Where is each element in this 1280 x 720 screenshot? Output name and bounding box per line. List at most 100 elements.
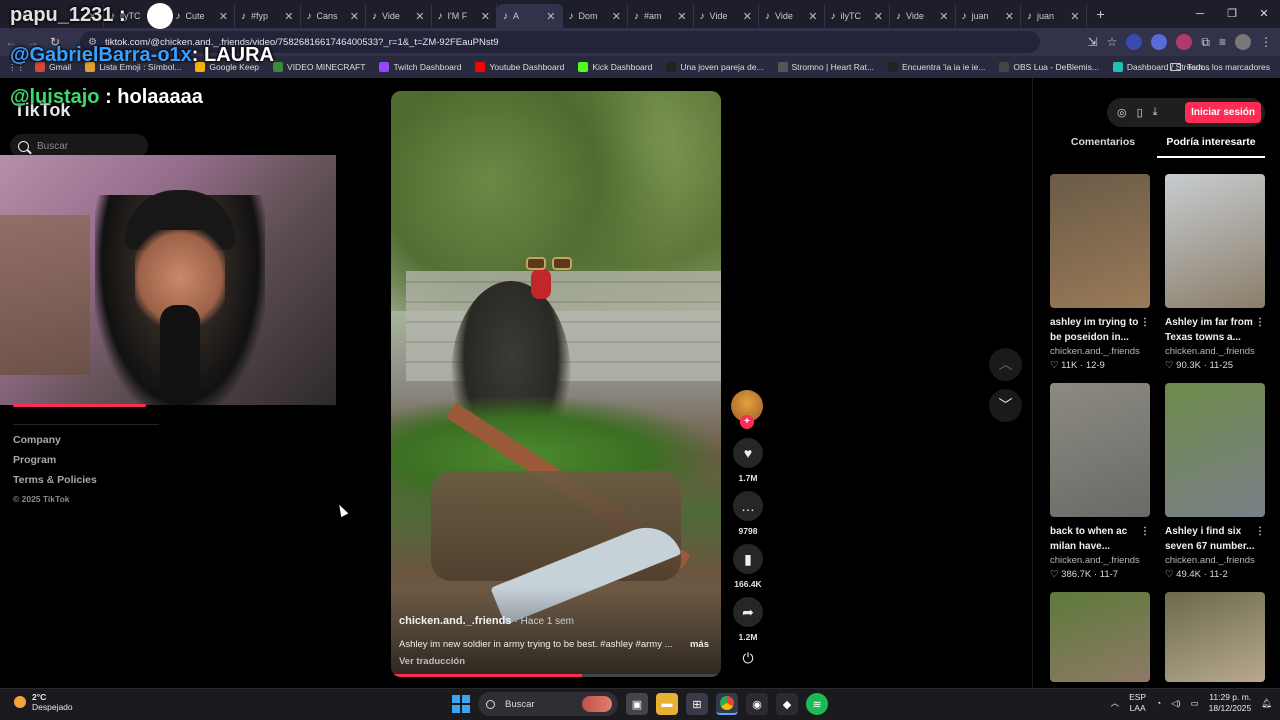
extensions-puzzle-icon[interactable]: ⧉: [1201, 35, 1210, 50]
close-tab-icon[interactable]: ✕: [415, 10, 424, 23]
previous-video-up-icon[interactable]: ︿: [989, 348, 1022, 381]
card-author[interactable]: chicken.and._.friends: [1050, 555, 1150, 566]
card-title[interactable]: Ashley im far from Texas towns a... ⋮: [1165, 315, 1265, 345]
file-explorer-icon[interactable]: ▬: [656, 693, 678, 715]
all-bookmarks-button[interactable]: Todos los marcadores: [1169, 56, 1270, 78]
power-icon[interactable]: ⏻: [731, 650, 765, 667]
bookmark-item[interactable]: Una joven pareja de...: [666, 62, 764, 72]
suggested-video-card[interactable]: Ashley i find six seven 67 number... ⋮ chi…: [1165, 383, 1265, 580]
language-indicator[interactable]: ESP LAA: [1129, 692, 1146, 714]
browser-tab[interactable]: ♪ juan ✕: [956, 4, 1021, 28]
store-icon[interactable]: ⊞: [686, 693, 708, 715]
suggested-video-card[interactable]: [1050, 592, 1150, 682]
bookmark-item[interactable]: Youtube Dashboard: [475, 62, 564, 72]
video-author-name[interactable]: chicken.and._.friends: [399, 615, 511, 627]
browser-tab[interactable]: ♪ Cute ✕: [170, 4, 235, 28]
card-title[interactable]: Ashley i find six seven 67 number... ⋮: [1165, 524, 1265, 554]
browser-tab[interactable]: ♪ #am ✕: [628, 4, 694, 28]
app-icon[interactable]: ◆: [776, 693, 798, 715]
extension-icon[interactable]: [1176, 34, 1193, 50]
close-tab-icon[interactable]: ✕: [350, 10, 359, 23]
close-tab-icon[interactable]: ✕: [1070, 10, 1079, 23]
terms-link[interactable]: Terms & Policies: [13, 474, 97, 486]
close-window-icon[interactable]: ✕: [1248, 0, 1280, 28]
video-thumbnail[interactable]: [1165, 383, 1265, 517]
close-tab-icon[interactable]: ✕: [743, 10, 752, 23]
card-author[interactable]: chicken.and._.friends: [1165, 555, 1265, 566]
card-title[interactable]: ashley im trying to be poseidon in... ⋮: [1050, 315, 1150, 345]
battery-icon[interactable]: ▭: [1191, 698, 1199, 709]
bookmark-star-icon[interactable]: ☆: [1107, 35, 1118, 49]
browser-tab[interactable]: ♪ A ✕: [497, 4, 563, 28]
volume-icon[interactable]: ◁): [1171, 698, 1180, 709]
bookmark-item[interactable]: Encuentra 'ia ia ie ie...: [888, 62, 985, 72]
compass-icon[interactable]: ◎: [1117, 106, 1127, 119]
tab-comments[interactable]: Comentarios: [1049, 136, 1157, 158]
bookmark-item[interactable]: Twitch Dashboard: [379, 62, 461, 72]
login-button[interactable]: Iniciar sesión: [1185, 102, 1261, 123]
extension-icon[interactable]: [1151, 34, 1168, 50]
taskbar-search[interactable]: Buscar: [478, 692, 618, 716]
clock[interactable]: 11:29 p. m. 18/12/2025: [1209, 692, 1252, 714]
close-tab-icon[interactable]: ✕: [808, 10, 817, 23]
windows-start-icon[interactable]: [452, 695, 470, 713]
card-title[interactable]: back to when ac milan have... ⋮: [1050, 524, 1150, 554]
extension-icon[interactable]: [1126, 34, 1143, 50]
card-menu-icon[interactable]: ⋮: [1255, 315, 1265, 330]
creator-avatar[interactable]: +: [731, 390, 763, 429]
video-thumbnail[interactable]: [1050, 592, 1150, 682]
card-menu-icon[interactable]: ⋮: [1255, 524, 1265, 539]
maximize-icon[interactable]: ❐: [1216, 0, 1248, 28]
install-app-icon[interactable]: ⇲: [1088, 35, 1098, 49]
close-tab-icon[interactable]: ✕: [546, 10, 555, 23]
notification-bell-icon[interactable]: 🔔︎: [1261, 698, 1272, 709]
program-link[interactable]: Program: [13, 454, 97, 466]
suggested-video-card[interactable]: Ashley im far from Texas towns a... ⋮ chic…: [1165, 174, 1265, 371]
browser-tab[interactable]: ♪ juan ✕: [1021, 4, 1087, 28]
card-author[interactable]: chicken.and._.friends: [1165, 346, 1265, 357]
save-action[interactable]: ▮ 166.4K: [731, 544, 765, 589]
bookmark-item[interactable]: OBS Lua - DeBlemis...: [999, 62, 1099, 72]
bookmark-item[interactable]: Stromno | Heart Rat...: [777, 62, 874, 72]
card-author[interactable]: chicken.and._.friends: [1050, 346, 1150, 357]
close-tab-icon[interactable]: ✕: [939, 10, 948, 23]
card-menu-icon[interactable]: ⋮: [1140, 315, 1150, 330]
browser-tab[interactable]: ♪ Vide ✕: [366, 4, 432, 28]
close-tab-icon[interactable]: ✕: [1005, 10, 1014, 23]
suggested-video-card[interactable]: back to when ac milan have... ⋮ chicken.an…: [1050, 383, 1150, 580]
video-thumbnail[interactable]: [1165, 174, 1265, 308]
tray-chevron-icon[interactable]: ︿: [1111, 697, 1120, 709]
menu-dots-icon[interactable]: ⋮: [1260, 35, 1272, 49]
video-author[interactable]: chicken.and._.friends · Hace 1 sem: [399, 615, 574, 627]
share-icon[interactable]: ➦: [733, 597, 763, 627]
browser-tab[interactable]: ♪ ilyTC ✕: [825, 4, 890, 28]
next-video-down-icon[interactable]: ﹀: [989, 389, 1022, 422]
weather-widget[interactable]: 2°C Despejado: [14, 692, 73, 712]
bookmark-icon[interactable]: ▮: [733, 544, 763, 574]
share-action[interactable]: ➦ 1.2M: [731, 597, 765, 642]
caption-more-button[interactable]: más: [690, 639, 709, 650]
browser-tab[interactable]: ♪ Vide ✕: [759, 4, 825, 28]
translate-link[interactable]: Ver traducción: [399, 656, 465, 667]
close-tab-icon[interactable]: ✕: [284, 10, 293, 23]
tab-you-may-like[interactable]: Podría interesarte: [1157, 136, 1265, 158]
video-player[interactable]: chicken.and._.friends · Hace 1 sem Ashle…: [391, 91, 721, 677]
spotify-icon[interactable]: ≋: [806, 693, 828, 715]
card-menu-icon[interactable]: ⋮: [1140, 524, 1150, 539]
profile-avatar[interactable]: [1235, 34, 1251, 50]
device-icon[interactable]: ▯: [1137, 106, 1143, 119]
suggested-video-card[interactable]: ashley im trying to be poseidon in... ⋮ ch…: [1050, 174, 1150, 371]
comment-action[interactable]: … 9798: [731, 491, 765, 536]
close-tab-icon[interactable]: ✕: [481, 10, 490, 23]
bookmark-item[interactable]: VIDEO MINECRAFT: [273, 62, 365, 72]
bookmark-item[interactable]: Kick Dashboard: [578, 62, 652, 72]
company-link[interactable]: Company: [13, 434, 97, 446]
suggested-video-card[interactable]: [1165, 592, 1265, 682]
minimize-icon[interactable]: ─: [1184, 0, 1216, 28]
browser-tab[interactable]: ♪ Cans ✕: [301, 4, 366, 28]
video-thumbnail[interactable]: [1165, 592, 1265, 682]
browser-tab[interactable]: ♪ Vide ✕: [890, 4, 956, 28]
video-thumbnail[interactable]: [1050, 383, 1150, 517]
browser-tab[interactable]: ♪ Vide ✕: [694, 4, 759, 28]
obs-icon[interactable]: ◉: [746, 693, 768, 715]
